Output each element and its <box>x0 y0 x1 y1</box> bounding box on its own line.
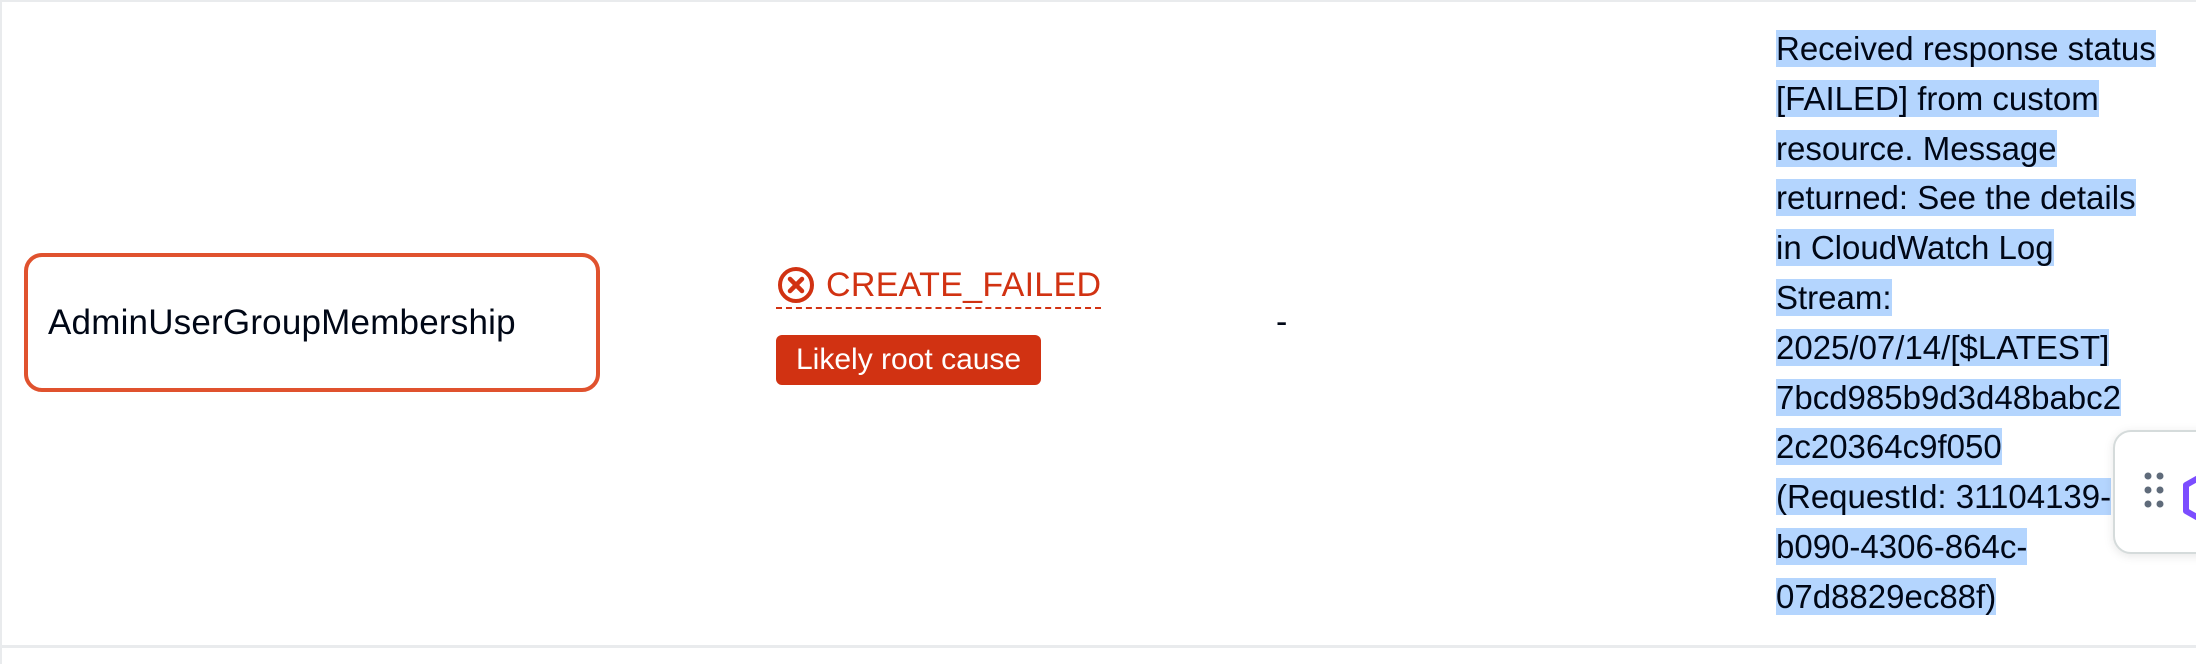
status-reason-line: Stream: <box>1776 278 1892 316</box>
hexagon-logo-icon[interactable] <box>2179 468 2196 528</box>
status-reason-line: in CloudWatch Log <box>1776 229 2054 267</box>
status-text: CREATE_FAILED <box>826 265 1102 304</box>
logical-id-cell: AdminUserGroupMembership <box>24 253 600 392</box>
status-reason-line: 7bcd985b9d3d48babc2 <box>1776 378 2122 416</box>
status-reason-line: 2025/07/14/[$LATEST] <box>1776 328 2110 366</box>
drag-handle-icon[interactable] <box>2143 470 2165 510</box>
error-circle-icon <box>778 267 814 303</box>
likely-root-cause-badge: Likely root cause <box>776 335 1042 385</box>
row-divider <box>0 645 2196 648</box>
status-reason-line: resource. Message <box>1776 129 2057 167</box>
status-reason-line: [FAILED] from custom <box>1776 79 2099 117</box>
status-reason-line: (RequestId: 31104139- <box>1776 478 2112 516</box>
status-indicator[interactable]: CREATE_FAILED <box>776 265 1102 309</box>
floating-assistant-widget[interactable] <box>2113 430 2196 554</box>
status-reason-line: b090-4306-864c- <box>1776 527 2028 565</box>
logical-id-text: AdminUserGroupMembership <box>48 302 516 342</box>
status-reason-line: Received response status <box>1776 30 2156 67</box>
physical-id-text: - <box>1276 303 1288 341</box>
status-reason-line: 2c20364c9f050 <box>1776 428 2002 466</box>
status-reason-line: returned: See the details <box>1776 179 2136 217</box>
status-reason-line: 07d8829ec88f) <box>1776 577 1997 615</box>
